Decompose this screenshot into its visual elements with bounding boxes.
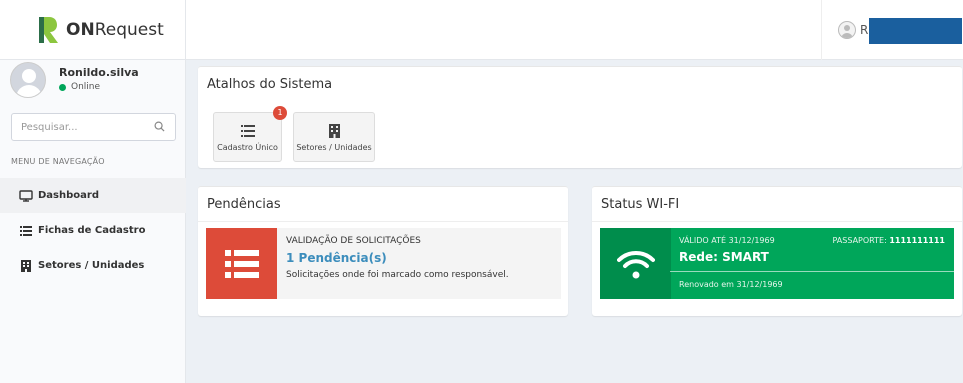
shortcut-label: Cadastro Único xyxy=(217,142,278,152)
user-status: Online xyxy=(59,82,100,92)
sidebar-menu: Dashboard Fichas de Cadastro Setores / U… xyxy=(0,178,186,283)
brand-logo-area[interactable]: ONRequest xyxy=(0,0,186,60)
shortcut-label: Setores / Unidades xyxy=(296,142,372,152)
onrequest-logo-icon xyxy=(39,17,58,43)
monitor-icon xyxy=(18,189,34,203)
sidebar: Ronildo.silva Online MENU DE NAVEGAÇÃO D… xyxy=(0,60,186,383)
pendencias-count-link[interactable]: 1 Pendência(s) xyxy=(286,251,387,265)
search-icon[interactable] xyxy=(154,121,165,132)
box-divider xyxy=(198,221,568,222)
wifi-status-title: Status WI-FI xyxy=(601,197,680,212)
pendencias-description: Solicitações onde foi marcado como respo… xyxy=(286,270,509,280)
brand-name-bold: ON xyxy=(66,20,95,40)
main-content: Atalhos do Sistema 1 Cadastro Único Seto… xyxy=(187,60,963,383)
shortcut-setores-unidades-button[interactable]: Setores / Unidades xyxy=(293,112,375,162)
sidebar-item-dashboard[interactable]: Dashboard xyxy=(0,178,186,213)
online-status-dot-icon xyxy=(59,83,66,91)
sidebar-user-name: Ronildo.silva xyxy=(59,66,139,79)
list-icon xyxy=(240,123,255,139)
list-icon xyxy=(206,228,277,299)
top-navbar: ONRequest R xyxy=(0,0,963,60)
building-icon xyxy=(328,123,340,139)
brand-name-rest: Request xyxy=(94,20,164,40)
redacted-user-name xyxy=(869,18,962,44)
wifi-network-name: Rede: SMART xyxy=(679,250,769,264)
wifi-passport-label: PASSAPORTE: xyxy=(832,236,887,245)
user-menu-initial: R xyxy=(860,23,869,37)
wifi-icon xyxy=(600,228,671,299)
sidebar-item-label: Dashboard xyxy=(38,190,99,201)
wifi-valid-until: VÁLIDO ATÉ 31/12/1969 xyxy=(679,236,775,245)
wifi-info-box: VÁLIDO ATÉ 31/12/1969 PASSAPORTE: 111111… xyxy=(600,228,954,299)
wifi-passport: PASSAPORTE: 1111111111 xyxy=(832,236,945,245)
building-icon xyxy=(18,259,34,273)
sidebar-search xyxy=(11,113,176,141)
wifi-passport-value: 1111111111 xyxy=(889,236,945,245)
sidebar-menu-header: MENU DE NAVEGAÇÃO xyxy=(11,157,105,166)
sidebar-user-panel: Ronildo.silva Online xyxy=(0,60,185,104)
sidebar-item-label: Setores / Unidades xyxy=(38,260,145,271)
avatar xyxy=(10,62,46,98)
wifi-renewed-date: Renovado em 31/12/1969 xyxy=(679,280,783,289)
sidebar-item-fichas-de-cadastro[interactable]: Fichas de Cadastro xyxy=(0,213,186,248)
shortcut-cadastro-unico-button[interactable]: 1 Cadastro Único xyxy=(213,106,287,162)
user-status-label: Online xyxy=(71,82,101,92)
search-input[interactable] xyxy=(12,121,152,133)
pendencias-title: Pendências xyxy=(207,197,281,212)
sidebar-item-label: Fichas de Cadastro xyxy=(38,225,146,236)
notification-badge: 1 xyxy=(273,106,287,120)
list-icon xyxy=(18,224,34,238)
pendencias-info-box[interactable]: VALIDAÇÃO DE SOLICITAÇÕES 1 Pendência(s)… xyxy=(206,228,561,299)
wifi-divider xyxy=(670,271,954,272)
sidebar-item-setores-unidades[interactable]: Setores / Unidades xyxy=(0,248,186,283)
pendencias-box: Pendências VALIDAÇÃO DE SOLICITAÇÕES 1 P… xyxy=(198,186,568,316)
shortcuts-title: Atalhos do Sistema xyxy=(207,77,333,92)
wifi-status-box: Status WI-FI VÁLIDO ATÉ 31/12/1969 PASSA… xyxy=(592,186,962,316)
pendencias-label: VALIDAÇÃO DE SOLICITAÇÕES xyxy=(286,236,421,246)
user-avatar-icon xyxy=(838,21,856,39)
box-divider xyxy=(592,221,962,222)
shortcuts-box: Atalhos do Sistema 1 Cadastro Único Seto… xyxy=(198,66,962,168)
brand-name: ONRequest xyxy=(66,20,164,40)
